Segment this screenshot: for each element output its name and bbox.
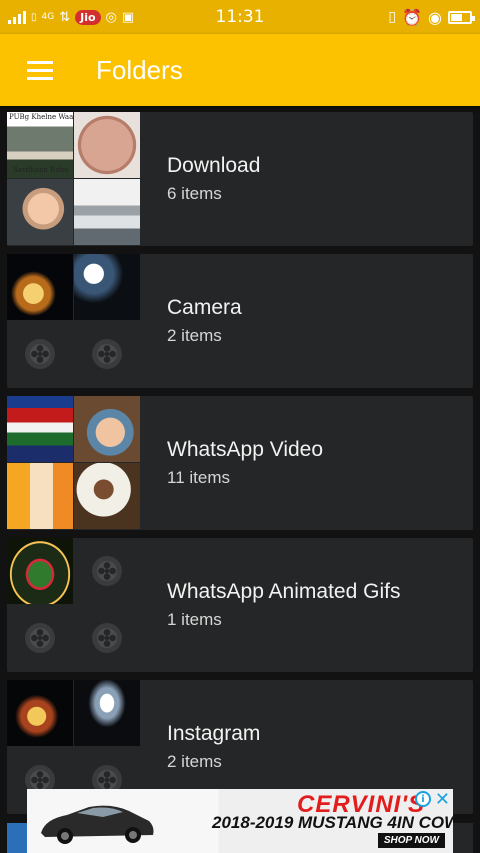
ad-info-icon[interactable]: i — [415, 791, 431, 807]
film-reel-icon — [92, 339, 122, 369]
folder-item-count: 2 items — [167, 752, 222, 771]
thumbnail — [7, 179, 73, 245]
car-image — [41, 805, 154, 844]
folder-info: WhatsApp Video 11 items — [140, 396, 473, 530]
folder-card-download[interactable]: PUBg Khelne Waale Savdhaan Raho Download… — [7, 112, 473, 246]
folder-info: Download 6 items — [140, 112, 473, 246]
thumbnail — [74, 680, 140, 746]
sim-icon: ▯ — [31, 11, 37, 23]
empty-thumbnail — [74, 605, 140, 671]
folder-info: Camera 2 items — [140, 254, 473, 388]
thumbnail — [74, 112, 140, 178]
folder-info: WhatsApp Animated Gifs 1 items — [140, 538, 473, 672]
thumbnail — [74, 179, 140, 245]
alarm-icon: ⏰ — [402, 7, 423, 27]
folder-item-count: 6 items — [167, 184, 222, 203]
thumbnail — [74, 254, 140, 320]
ad-close-icon[interactable]: ✕ — [435, 789, 450, 810]
folder-card-whatsapp-video[interactable]: WhatsApp Video 11 items — [7, 396, 473, 530]
app-toolbar: Folders — [0, 34, 480, 106]
thumbnail — [7, 254, 73, 320]
vibrate-icon: ▯ — [388, 9, 397, 25]
empty-thumbnail — [7, 605, 73, 671]
folder-item-count: 1 items — [167, 610, 222, 629]
battery-icon — [448, 10, 475, 24]
status-left-icons: ▯ 4G ⇅ Jio ◎ ▣ — [8, 9, 135, 25]
folder-list: PUBg Khelne Waale Savdhaan Raho Download… — [7, 112, 473, 822]
thumbnail — [7, 680, 73, 746]
folder-name: Download — [167, 154, 261, 177]
wifi-icon: ◎ — [105, 9, 117, 25]
film-reel-icon — [92, 623, 122, 653]
folder-name: WhatsApp Video — [167, 438, 324, 461]
status-bar: ▯ 4G ⇅ Jio ◎ ▣ 11:31 ▯ ⏰ ◉ — [0, 0, 480, 34]
folder-card-camera[interactable]: Camera 2 items — [7, 254, 473, 388]
folder-name: WhatsApp Animated Gifs — [167, 580, 401, 603]
eye-icon: ◉ — [428, 7, 442, 27]
folder-name: Camera — [167, 296, 242, 319]
folder-thumbnails — [7, 254, 140, 388]
thumbnail — [74, 396, 140, 462]
jio-icon: Jio — [75, 9, 101, 25]
folder-name: Instagram — [167, 722, 261, 745]
film-reel-icon — [92, 556, 122, 586]
clock: 11:31 — [215, 7, 265, 27]
empty-thumbnail — [7, 321, 73, 387]
folder-card-whatsapp-animated-gifs[interactable]: WhatsApp Animated Gifs 1 items — [7, 538, 473, 672]
film-reel-icon — [25, 623, 55, 653]
folder-thumbnails — [7, 538, 140, 672]
empty-thumbnail — [74, 538, 140, 604]
empty-thumbnail — [74, 321, 140, 387]
ad-headline: 2018-2019 MUSTANG 4IN COWL HOOD — [212, 813, 453, 832]
thumbnail: PUBg Khelne Waale Savdhaan Raho — [7, 112, 73, 178]
network-label: 4G — [41, 12, 55, 22]
folder-thumbnails: PUBg Khelne Waale Savdhaan Raho — [7, 112, 140, 246]
thumbnail — [7, 396, 73, 462]
thumbnail — [7, 538, 73, 604]
ad-banner[interactable]: CERVINI'S 2018-2019 MUSTANG 4IN COWL HOO… — [27, 789, 453, 853]
thumbnail — [74, 463, 140, 529]
film-reel-icon — [25, 339, 55, 369]
folder-item-count: 2 items — [167, 326, 222, 345]
shop-now-button[interactable]: SHOP NOW — [377, 833, 445, 848]
hamburger-menu-icon[interactable] — [0, 34, 80, 106]
status-right-icons: ▯ ⏰ ◉ — [388, 7, 475, 27]
thumbnail — [7, 463, 73, 529]
data-arrows-icon: ⇅ — [59, 9, 71, 25]
thumbnail — [7, 823, 27, 853]
thumbnail-caption: PUBg Khelne Waale — [9, 113, 73, 121]
signal-icon — [8, 10, 26, 24]
gallery-icon: ▣ — [121, 9, 135, 25]
thumbnail-caption: Savdhaan Raho — [13, 166, 69, 174]
page-title: Folders — [96, 54, 183, 85]
folder-item-count: 11 items — [167, 468, 230, 487]
folder-thumbnails — [7, 396, 140, 530]
